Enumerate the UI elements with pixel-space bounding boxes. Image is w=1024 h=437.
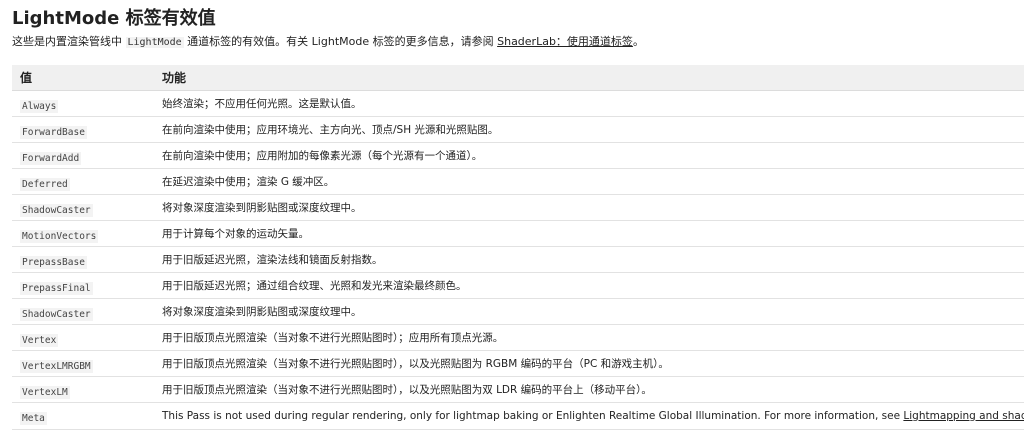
value-cell: ForwardBase [12,116,154,143]
value-cell: Vertex [12,324,154,351]
function-description: 将对象深度渲染到阴影贴图或深度纹理中。 [154,298,1024,325]
table-header-row: 值 功能 [12,65,1024,91]
value-cell: ShadowCaster [12,194,154,221]
function-description: 在前向渲染中使用；应用环境光、主方向光、顶点/SH 光源和光照贴图。 [154,116,1024,143]
value-code: Vertex [20,333,59,347]
function-description: 始终渲染；不应用任何光照。这是默认值。 [154,90,1024,117]
value-cell: VertexLM [12,376,154,403]
document-page: LightMode 标签有效值 这些是内置渲染管线中 LightMode 通道标… [0,0,1024,437]
value-code: ForwardBase [20,125,87,139]
table-body: Always 始终渲染；不应用任何光照。这是默认值。 ForwardBase 在前向渲… [12,90,1024,430]
value-cell: ForwardAdd [12,142,154,169]
lightmapping-and-shaders-link[interactable]: Lightmapping and shaders [903,410,1024,422]
intro-paragraph: 这些是内置渲染管线中 LightMode 通道标签的有效值。有关 LightMo… [12,34,1024,54]
function-description: This Pass is not used during regular ren… [154,402,1024,430]
table-row: MotionVectors 用于计算每个对象的运动矢量。 [12,220,1024,247]
intro-text-middle: 通道标签的有效值。有关 LightMode 标签的更多信息，请参阅 [183,35,498,48]
table-row: PrepassFinal 用于旧版延迟光照；通过组合纹理、光照和发光来渲染最终颜色… [12,272,1024,299]
function-description: 将对象深度渲染到阴影贴图或深度纹理中。 [154,194,1024,221]
function-description: 用于计算每个对象的运动矢量。 [154,220,1024,247]
function-description: 用于旧版顶点光照渲染（当对象不进行光照贴图时）；应用所有顶点光源。 [154,324,1024,351]
function-description: 用于旧版延迟光照，渲染法线和镜面反射指数。 [154,246,1024,273]
table-row: Meta This Pass is not used during regular… [12,402,1024,430]
value-code: MotionVectors [20,229,99,243]
intro-text-before: 这些是内置渲染管线中 [12,35,126,48]
lightmode-values-table: 值 功能 Always 始终渲染；不应用任何光照。这是默认值。 ForwardBas… [12,65,1024,430]
value-cell: Always [12,90,154,117]
value-cell: PrepassFinal [12,272,154,299]
value-code: VertexLM [20,385,70,399]
value-code: ForwardAdd [20,151,82,165]
value-cell: ShadowCaster [12,298,154,325]
table-row: ShadowCaster 将对象深度渲染到阴影贴图或深度纹理中。 [12,194,1024,221]
value-code: Always [20,99,59,113]
table-row: VertexLMRGBM 用于旧版顶点光照渲染（当对象不进行光照贴图时），以及光照… [12,350,1024,377]
value-code: Meta [20,412,47,425]
function-description: 在前向渲染中使用；应用附加的每像素光源（每个光源有一个通道）。 [154,142,1024,169]
table-row: Deferred 在延迟渲染中使用；渲染 G 缓冲区。 [12,168,1024,195]
value-cell: Deferred [12,168,154,195]
function-description: 用于旧版顶点光照渲染（当对象不进行光照贴图时），以及光照贴图为 RGBM 编码的… [154,350,1024,377]
table-row: ForwardAdd 在前向渲染中使用；应用附加的每像素光源（每个光源有一个通道）… [12,142,1024,169]
intro-text-after: 。 [632,35,644,48]
table-row: ShadowCaster 将对象深度渲染到阴影贴图或深度纹理中。 [12,298,1024,325]
table-row: VertexLM 用于旧版顶点光照渲染（当对象不进行光照贴图时），以及光照贴图为双… [12,376,1024,403]
table-row: Always 始终渲染；不应用任何光照。这是默认值。 [12,90,1024,117]
header-function: 功能 [154,65,1024,91]
table-row: ForwardBase 在前向渲染中使用；应用环境光、主方向光、顶点/SH 光源和… [12,116,1024,143]
value-cell: MotionVectors [12,220,154,247]
value-code: PrepassBase [20,255,87,269]
value-code: ShadowCaster [20,307,93,321]
table-row: Vertex 用于旧版顶点光照渲染（当对象不进行光照贴图时）；应用所有顶点光源。 [12,324,1024,351]
intro-code-lightmode: LightMode [125,37,184,48]
function-description: 用于旧版延迟光照；通过组合纹理、光照和发光来渲染最终颜色。 [154,272,1024,299]
page-title: LightMode 标签有效值 [12,8,216,29]
table-row: PrepassBase 用于旧版延迟光照，渲染法线和镜面反射指数。 [12,246,1024,273]
value-cell: Meta [12,402,154,430]
function-description: 在延迟渲染中使用；渲染 G 缓冲区。 [154,168,1024,195]
value-cell: VertexLMRGBM [12,350,154,377]
value-cell: PrepassBase [12,246,154,273]
meta-desc-text: This Pass is not used during regular ren… [162,409,904,422]
header-value: 值 [12,65,154,91]
function-description: 用于旧版顶点光照渲染（当对象不进行光照贴图时），以及光照贴图为双 LDR 编码的… [154,376,1024,403]
value-code: Deferred [20,177,70,191]
value-code: PrepassFinal [20,281,93,295]
value-code: VertexLMRGBM [20,359,93,373]
value-code: ShadowCaster [20,203,93,217]
shaderlab-pass-tags-link[interactable]: ShaderLab：使用通道标签 [497,35,633,48]
